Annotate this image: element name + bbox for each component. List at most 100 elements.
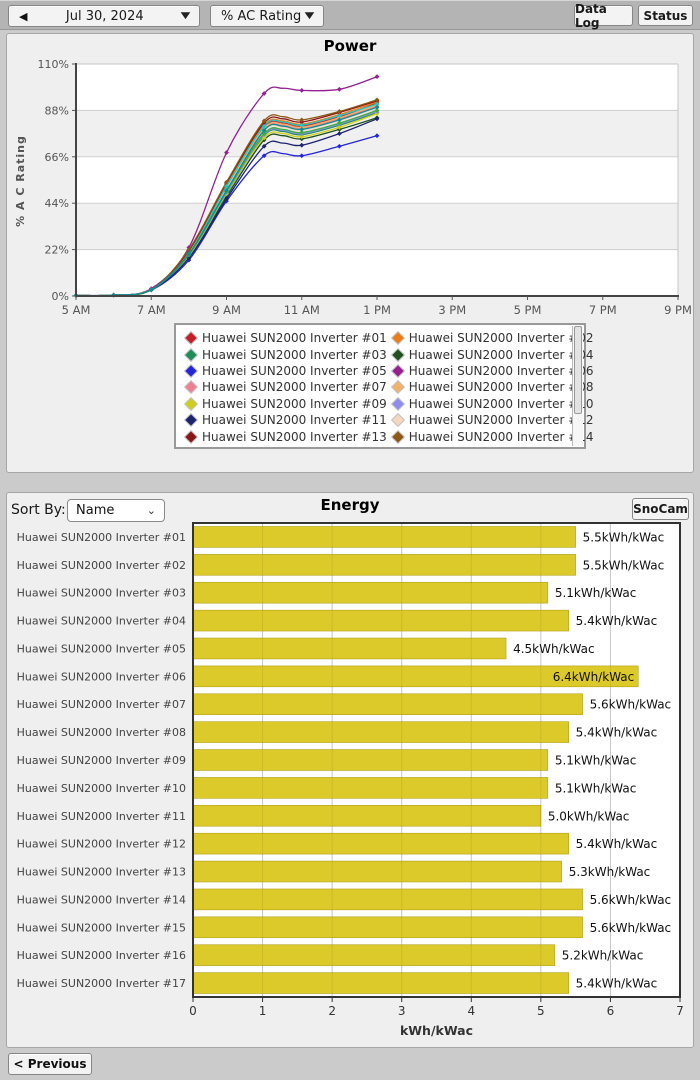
legend-item[interactable]: Huawei SUN2000 Inverter #11 <box>183 412 387 428</box>
legend-item[interactable]: Huawei SUN2000 Inverter #03 <box>183 346 387 362</box>
legend-item-label: Huawei SUN2000 Inverter #12 <box>408 413 594 428</box>
energy-xtick-label: 2 <box>328 1004 336 1018</box>
legend-item-label: Huawei SUN2000 Inverter #09 <box>202 396 387 411</box>
legend-series-marker-icon <box>183 380 199 395</box>
energy-chart: Huawei SUN2000 Inverter #01 5.5kWh/kWac Hu… <box>17 522 684 1038</box>
legend-item[interactable]: Huawei SUN2000 Inverter #08 <box>390 379 594 395</box>
energy-row-label: Huawei SUN2000 Inverter #17 <box>17 977 186 990</box>
energy-xtick-label: 4 <box>467 1004 475 1018</box>
energy-bar-value-label: 5.6kWh/kWac <box>590 698 672 712</box>
energy-bar <box>192 581 549 604</box>
legend-series-marker-icon <box>390 380 405 395</box>
chevron-down-icon[interactable]: ▼ <box>181 11 191 21</box>
legend-series-marker-icon <box>390 363 405 379</box>
power-panel: Power % A C Rating 0% 22% 44% 66% 88% 110% 5 A… <box>6 33 694 473</box>
legend-item-label: Huawei SUN2000 Inverter #10 <box>408 396 594 411</box>
power-ytick-label: 66% <box>45 151 69 164</box>
energy-xtick-label: 1 <box>259 1004 267 1018</box>
energy-bar-value-label: 5.4kWh/kWac <box>576 726 658 740</box>
energy-bar-value-label: 5.0kWh/kWac <box>548 809 630 823</box>
energy-row-label: Huawei SUN2000 Inverter #10 <box>17 782 186 795</box>
power-xtick-label: 9 PM <box>664 303 692 317</box>
date-label: Jul 30, 2024 <box>65 8 144 24</box>
legend-scrollbar-thumb[interactable] <box>574 326 582 414</box>
power-ytick-label: 110% <box>38 58 69 71</box>
energy-bar <box>192 944 556 966</box>
legend-series-marker-icon <box>183 429 199 444</box>
power-xtick-label: 3 PM <box>438 303 466 317</box>
legend-item[interactable]: Huawei SUN2000 Inverter #04 <box>390 346 594 362</box>
power-ytick-label: 0% <box>52 290 69 303</box>
energy-xtick-label: 6 <box>607 1004 615 1018</box>
metric-selector[interactable]: % AC Rating ▼ <box>210 5 324 27</box>
energy-xtick-label: 7 <box>676 1004 684 1018</box>
date-selector[interactable]: ◀ Jul 30, 2024 ▼ <box>8 5 200 27</box>
energy-bar-value-label: 5.6kWh/kWac <box>590 893 672 907</box>
legend-item-label: Huawei SUN2000 Inverter #03 <box>202 347 387 362</box>
legend-series-marker-icon <box>390 331 405 346</box>
legend-item[interactable]: Huawei SUN2000 Inverter #01 <box>183 330 387 346</box>
legend-item[interactable]: Huawei SUN2000 Inverter #13 <box>183 428 387 444</box>
energy-row-label: Huawei SUN2000 Inverter #02 <box>17 559 186 572</box>
legend-item-label: Huawei SUN2000 Inverter #04 <box>408 347 594 362</box>
legend-item-label: Huawei SUN2000 Inverter #14 <box>408 429 594 444</box>
power-ytick-label: 22% <box>45 244 69 257</box>
energy-bar-value-label: 6.4kWh/kWac <box>553 670 635 684</box>
energy-row-label: Huawei SUN2000 Inverter #15 <box>17 921 186 934</box>
energy-bar-value-label: 5.1kWh/kWac <box>555 781 637 795</box>
legend-item-label: Huawei SUN2000 Inverter #13 <box>202 429 387 444</box>
energy-bar <box>192 721 569 743</box>
previous-button[interactable]: < Previous <box>8 1053 92 1075</box>
legend-item[interactable]: Huawei SUN2000 Inverter #07 <box>183 379 387 395</box>
status-button[interactable]: Status <box>638 5 693 26</box>
energy-row-label: Huawei SUN2000 Inverter #16 <box>17 949 186 962</box>
legend-item[interactable]: Huawei SUN2000 Inverter #14 <box>390 428 594 444</box>
legend-scrollbar[interactable] <box>572 326 583 446</box>
energy-bar <box>192 609 569 632</box>
legend-item-label: Huawei SUN2000 Inverter #08 <box>408 380 594 395</box>
energy-bar-value-label: 5.1kWh/kWac <box>555 586 637 600</box>
energy-bar <box>192 805 542 827</box>
energy-bar <box>192 860 563 883</box>
energy-bar <box>192 832 569 855</box>
legend-item[interactable]: Huawei SUN2000 Inverter #02 <box>390 330 594 346</box>
data-log-button[interactable]: Data Log <box>574 2 633 30</box>
power-xtick-label: 7 PM <box>589 303 617 317</box>
power-chart-title: Power <box>323 37 377 55</box>
legend-item[interactable]: Huawei SUN2000 Inverter #10 <box>390 396 594 412</box>
legend-item[interactable]: Huawei SUN2000 Inverter #09 <box>183 396 387 412</box>
previous-day-icon[interactable]: ◀ <box>19 10 27 23</box>
power-chart: 0% 22% 44% 66% 88% 110% 5 AM 7 AM 9 AM 11 AM 1 PM 3… <box>38 58 692 317</box>
metric-label: % AC Rating <box>221 8 302 24</box>
energy-bar-value-label: 5.1kWh/kWac <box>555 754 637 768</box>
power-xtick-label: 5 AM <box>62 303 91 317</box>
toolbar: ◀ Jul 30, 2024 ▼ % AC Rating ▼ Data Log … <box>0 0 700 30</box>
legend-item-label: Huawei SUN2000 Inverter #07 <box>202 380 387 395</box>
energy-bar <box>192 526 576 548</box>
legend-item[interactable]: Huawei SUN2000 Inverter #12 <box>390 412 594 428</box>
energy-row-label: Huawei SUN2000 Inverter #07 <box>17 698 186 711</box>
energy-row-label: Huawei SUN2000 Inverter #08 <box>17 726 186 739</box>
power-legend: Huawei SUN2000 Inverter #01 Huawei SUN200… <box>174 323 594 449</box>
legend-item-label: Huawei SUN2000 Inverter #05 <box>202 363 387 378</box>
legend-series-marker-icon <box>183 331 199 346</box>
legend-item-label: Huawei SUN2000 Inverter #06 <box>408 363 594 378</box>
energy-bar <box>192 749 549 771</box>
energy-bar <box>192 888 583 911</box>
snocam-button[interactable]: SnoCam <box>632 498 689 520</box>
energy-row-label: Huawei SUN2000 Inverter #12 <box>17 838 186 851</box>
energy-bar <box>192 777 549 799</box>
energy-bar-value-label: 5.5kWh/kWac <box>583 530 665 544</box>
chevron-down-icon[interactable]: ▼ <box>305 11 315 21</box>
energy-bar-value-label: 5.2kWh/kWac <box>562 949 644 963</box>
energy-bar <box>192 693 583 715</box>
energy-bar-value-label: 5.3kWh/kWac <box>569 865 651 879</box>
energy-row-label: Huawei SUN2000 Inverter #13 <box>17 866 186 879</box>
legend-series-marker-icon <box>183 347 199 362</box>
legend-item[interactable]: Huawei SUN2000 Inverter #05 <box>183 363 387 379</box>
legend-item[interactable]: Huawei SUN2000 Inverter #06 <box>390 363 594 379</box>
power-ytick-label: 44% <box>45 197 69 210</box>
legend-series-marker-icon <box>390 347 405 362</box>
energy-row-label: Huawei SUN2000 Inverter #03 <box>17 587 186 600</box>
power-xtick-label: 5 PM <box>514 303 542 317</box>
